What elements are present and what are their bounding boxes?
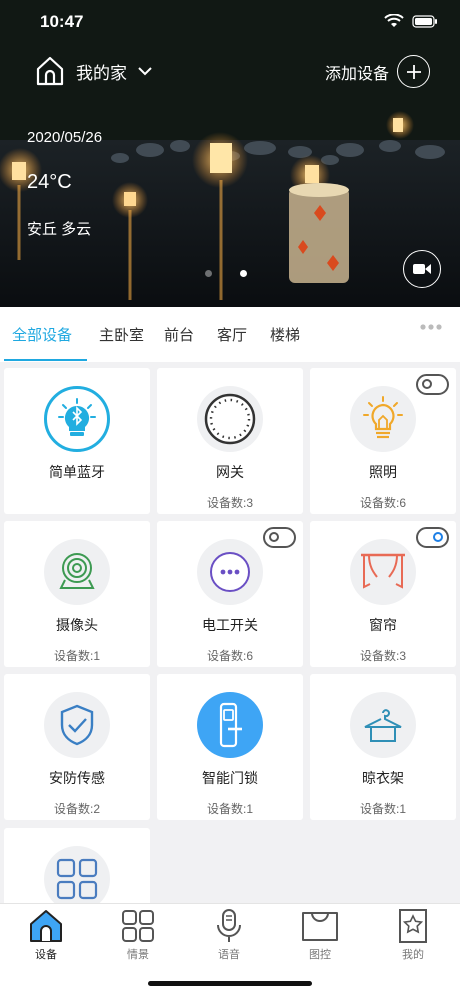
device-count: 设备数:3 (206, 496, 253, 510)
device-card-drying-rack[interactable]: 晾衣架 设备数:1 (310, 674, 456, 820)
device-name: 窗帘 (369, 617, 397, 633)
profile-icon (383, 908, 443, 944)
home-icon (36, 56, 64, 86)
device-card-security[interactable]: 安防传感 设备数:2 (4, 674, 150, 820)
device-count: 设备数:2 (53, 802, 100, 816)
more-icon[interactable] (420, 324, 442, 330)
nav-label: 情景 (127, 949, 149, 961)
video-camera-icon (413, 264, 431, 274)
weather-date: 2020/05/26 (27, 129, 103, 146)
hero-banner: 10:47 我的家 添加设备 2020/05/26 24°C 安丘 多云 (0, 0, 460, 307)
tab-front-desk[interactable]: 前台 (164, 324, 194, 345)
video-button[interactable] (403, 250, 441, 288)
plus-icon (397, 55, 430, 88)
device-name: 晾衣架 (362, 770, 404, 786)
add-device-button[interactable]: 添加设备 (325, 55, 430, 88)
device-count: 设备数:1 (359, 802, 406, 816)
light-bulb-icon (350, 386, 416, 452)
weather-location: 安丘 多云 (27, 221, 92, 238)
shield-icon (44, 692, 110, 758)
device-name: 安防传感 (49, 770, 105, 786)
device-name: 智能门锁 (202, 770, 258, 786)
tab-stairs[interactable]: 楼梯 (270, 324, 300, 345)
nav-voice[interactable]: 语音 (199, 908, 259, 962)
mic-icon (199, 908, 259, 944)
gateway-icon (197, 386, 263, 452)
home-indicator (148, 981, 312, 986)
status-time: 10:47 (40, 12, 84, 31)
room-tabs: 全部设备 主卧室 前台 客厅 楼梯 (0, 307, 460, 362)
device-count: 设备数:6 (359, 496, 406, 510)
lighting-toggle[interactable] (416, 374, 449, 395)
switch-toggle[interactable] (263, 527, 296, 548)
device-card-door-lock[interactable]: 智能门锁 设备数:1 (157, 674, 303, 820)
switch-icon (197, 539, 263, 605)
battery-icon (412, 14, 437, 28)
device-card-more[interactable] (4, 828, 150, 912)
device-count: 设备数:1 (53, 649, 100, 663)
device-name: 简单蓝牙 (49, 464, 105, 480)
status-icons (384, 14, 438, 28)
nav-label: 图控 (309, 949, 331, 961)
add-device-label: 添加设备 (324, 65, 389, 83)
device-card-lighting[interactable]: 照明 设备数:6 (310, 368, 456, 514)
device-name: 电工开关 (202, 617, 258, 633)
chevron-down-icon (138, 67, 152, 76)
door-lock-icon (197, 692, 263, 758)
carousel-dot-active (240, 270, 247, 277)
device-name: 网关 (216, 464, 244, 480)
camera-icon (44, 539, 110, 605)
device-card-bluetooth[interactable]: 简单蓝牙 (4, 368, 150, 514)
home-icon (16, 908, 76, 944)
tab-master-bedroom[interactable]: 主卧室 (99, 324, 144, 345)
device-card-gateway[interactable]: 网关 设备数:3 (157, 368, 303, 514)
nav-label: 我的 (402, 949, 424, 961)
carousel-dot (205, 270, 212, 277)
nav-scenes[interactable]: 情景 (108, 908, 168, 962)
active-tab-indicator (4, 359, 87, 361)
lantern-background-image (0, 0, 460, 307)
nav-profile[interactable]: 我的 (383, 908, 443, 962)
bag-icon (290, 908, 350, 944)
curtain-icon (350, 539, 416, 605)
tab-living-room[interactable]: 客厅 (217, 324, 247, 345)
wifi-icon (384, 14, 404, 27)
device-count: 设备数:3 (359, 649, 406, 663)
device-count: 设备数:6 (206, 649, 253, 663)
home-selector[interactable]: 我的家 (34, 55, 153, 87)
device-card-switch[interactable]: 电工开关 设备数:6 (157, 521, 303, 667)
nav-label: 语音 (218, 949, 240, 961)
hanger-icon (350, 692, 416, 758)
scenes-icon (108, 908, 168, 944)
device-count: 设备数:1 (206, 802, 253, 816)
nav-devices[interactable]: 设备 (16, 908, 76, 962)
device-name: 摄像头 (56, 617, 98, 633)
nav-control[interactable]: 图控 (290, 908, 350, 962)
device-card-camera[interactable]: 摄像头 设备数:1 (4, 521, 150, 667)
home-name: 我的家 (76, 63, 127, 83)
nav-label: 设备 (35, 949, 57, 961)
bluetooth-bulb-icon (44, 386, 110, 452)
curtain-toggle[interactable] (416, 527, 449, 548)
device-card-curtain[interactable]: 窗帘 设备数:3 (310, 521, 456, 667)
weather-temp: 24°C (27, 171, 72, 193)
tab-all-devices[interactable]: 全部设备 (12, 324, 72, 345)
carousel-dots (205, 270, 247, 277)
device-name: 照明 (369, 464, 397, 480)
